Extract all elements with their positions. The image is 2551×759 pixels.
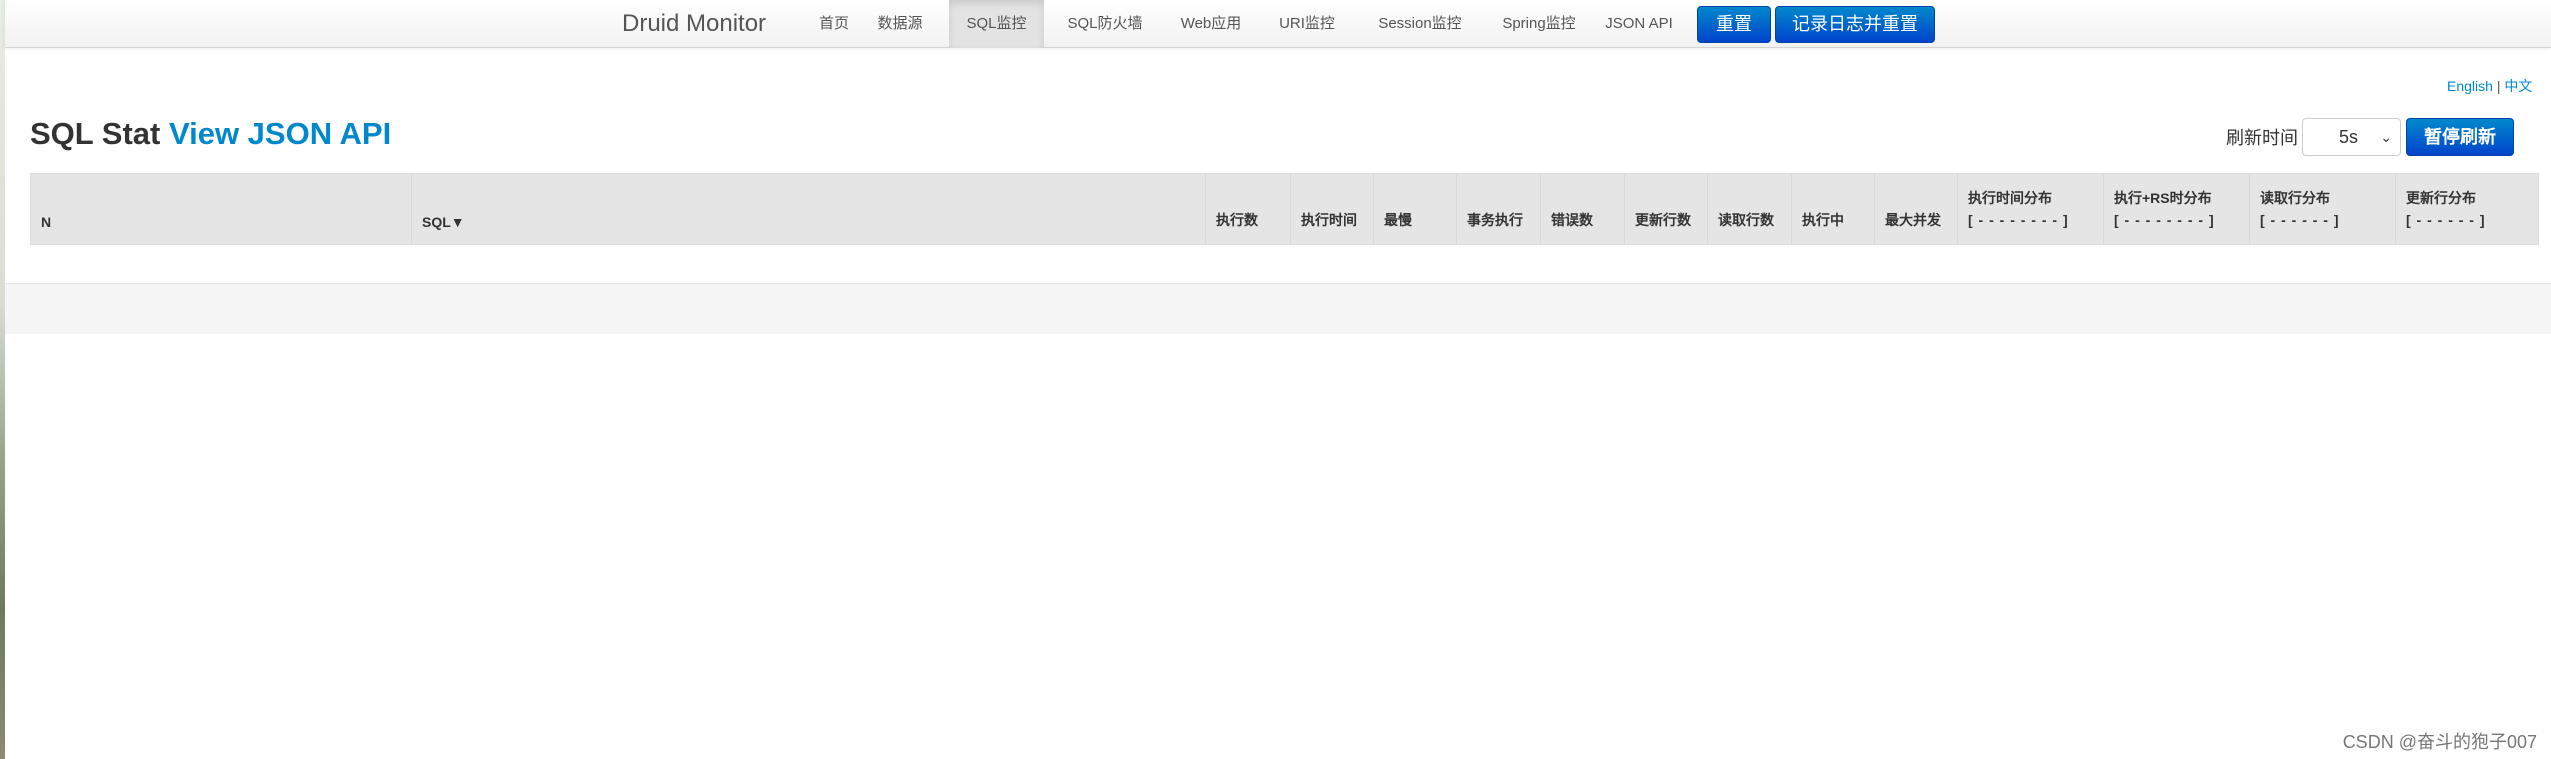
reset-button[interactable]: 重置 (1697, 6, 1771, 43)
column-max-concurrent[interactable]: 最大并发 (1874, 174, 1957, 244)
top-navbar: Druid Monitor 首页 数据源 SQL监控 SQL防火墙 Web应用 … (5, 0, 2551, 48)
footer-band (5, 283, 2551, 334)
refresh-label: 刷新时间 (2226, 128, 2298, 148)
sql-stat-table-header: N SQL▼ 执行数 执行时间 最慢 事务执行 错误数 更新行数 读取行数 执行… (30, 173, 2539, 245)
nav-spring-monitor[interactable]: Spring监控 (1489, 0, 1589, 48)
nav-web-app[interactable]: Web应用 (1171, 0, 1251, 48)
column-exec-time-histogram-buckets: [ - - - - - - - - ] (1968, 212, 2069, 228)
column-read-rows-label: 读取行数 (1718, 212, 1774, 228)
column-update-rows-histogram-buckets: [ - - - - - - ] (2406, 212, 2486, 228)
column-running-label: 执行中 (1802, 212, 1844, 228)
column-error-count-label: 错误数 (1551, 212, 1593, 228)
column-max-concurrent-label: 最大并发 (1885, 212, 1941, 228)
nav-sql-monitor[interactable]: SQL监控 (949, 0, 1044, 48)
log-and-reset-button[interactable]: 记录日志并重置 (1775, 6, 1935, 43)
column-read-rows-histogram-buckets: [ - - - - - - ] (2260, 212, 2340, 228)
nav-session-monitor[interactable]: Session监控 (1361, 0, 1479, 48)
column-update-rows[interactable]: 更新行数 (1624, 174, 1707, 244)
csdn-watermark: CSDN @奋斗的狍子007 (2342, 732, 2537, 752)
chevron-down-icon: ⌄ (2380, 129, 2392, 145)
nav-uri-monitor[interactable]: URI监控 (1267, 0, 1347, 48)
column-transaction-exec-label: 事务执行 (1467, 212, 1523, 228)
language-switch: English | 中文 (2447, 76, 2532, 96)
column-exec-time-label: 执行时间 (1301, 212, 1357, 228)
column-n[interactable]: N (31, 174, 411, 244)
page-title: SQL Stat View JSON API (30, 116, 391, 152)
column-slowest[interactable]: 最慢 (1373, 174, 1456, 244)
column-update-rows-histogram[interactable]: 更新行分布 [ - - - - - - ] (2395, 174, 2538, 244)
column-error-count[interactable]: 错误数 (1540, 174, 1624, 244)
column-running[interactable]: 执行中 (1791, 174, 1874, 244)
column-exec-time[interactable]: 执行时间 (1290, 174, 1373, 244)
column-exec-time-histogram[interactable]: 执行时间分布 [ - - - - - - - - ] (1957, 174, 2103, 244)
nav-sql-firewall[interactable]: SQL防火墙 (1054, 0, 1156, 48)
column-transaction-exec[interactable]: 事务执行 (1456, 174, 1540, 244)
refresh-interval-select[interactable]: 5s ⌄ (2302, 118, 2401, 156)
column-exec-count[interactable]: 执行数 (1205, 174, 1290, 244)
lang-chinese-link[interactable]: 中文 (2504, 78, 2532, 94)
column-n-label: N (41, 214, 52, 230)
nav-datasource[interactable]: 数据源 (869, 0, 931, 48)
nav-home[interactable]: 首页 (811, 0, 857, 48)
refresh-interval-value: 5s (2339, 127, 2359, 147)
column-exec-time-histogram-label: 执行时间分布 (1968, 190, 2052, 206)
column-sql[interactable]: SQL▼ (411, 174, 1205, 244)
nav-json-api[interactable]: JSON API (1599, 0, 1679, 48)
column-slowest-label: 最慢 (1384, 212, 1412, 228)
column-update-rows-label: 更新行数 (1635, 212, 1691, 228)
column-exec-rs-histogram[interactable]: 执行+RS时分布 [ - - - - - - - - ] (2103, 174, 2249, 244)
view-json-api-link[interactable]: View JSON API (169, 116, 391, 151)
lang-english-link[interactable]: English (2447, 78, 2493, 94)
column-read-rows-histogram-label: 读取行分布 (2260, 190, 2330, 206)
lang-separator: | (2496, 78, 2501, 94)
column-exec-rs-histogram-buckets: [ - - - - - - - - ] (2114, 212, 2215, 228)
pause-refresh-button[interactable]: 暂停刷新 (2406, 118, 2514, 156)
column-sql-label: SQL▼ (422, 214, 465, 230)
column-read-rows-histogram[interactable]: 读取行分布 [ - - - - - - ] (2249, 174, 2395, 244)
column-exec-count-label: 执行数 (1216, 212, 1258, 228)
column-read-rows[interactable]: 读取行数 (1707, 174, 1791, 244)
column-exec-rs-histogram-label: 执行+RS时分布 (2114, 190, 2212, 206)
brand-title[interactable]: Druid Monitor (622, 0, 766, 48)
column-update-rows-histogram-label: 更新行分布 (2406, 190, 2476, 206)
desktop-edge (0, 0, 5, 759)
page-title-text: SQL Stat (30, 116, 161, 151)
